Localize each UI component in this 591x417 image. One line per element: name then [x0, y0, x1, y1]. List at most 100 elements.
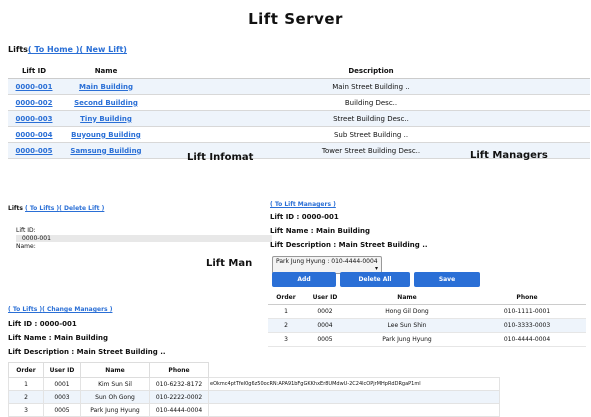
lift-id-link[interactable]: 0000-002 [16, 99, 53, 107]
cell-phone: 010-3333-0003 [468, 318, 586, 333]
cell-name: Sun Oh Gong [80, 390, 150, 404]
lift-name-link[interactable]: Second Building [74, 99, 138, 107]
col-lift-id: Lift ID [8, 63, 60, 79]
managers-table: Order User ID Name Phone 1 0002 Hong Gil… [268, 291, 586, 347]
cell-user-id: 0004 [304, 318, 346, 333]
to-lift-managers-link[interactable]: ( To Lift Managers ) [270, 201, 336, 208]
change-managers-table: Order User ID Name Phone 1 0001 Kim Sun … [8, 362, 500, 417]
table-row[interactable]: 0000-003 Tiny Building Street Building D… [8, 110, 590, 127]
table-row[interactable]: 1 0001 Kim Sun Sil 010-6232-8172 eOkmc4p… [8, 377, 500, 391]
table-row[interactable]: 0000-001 Main Building Main Street Build… [8, 78, 590, 95]
lift-id-label: Lift ID: [16, 227, 36, 234]
cell-phone: 010-4444-0004 [468, 332, 586, 347]
table-row[interactable]: 3 0005 Park Jung Hyung 010-4444-0004 [268, 332, 586, 347]
mgr-lift-id: Lift ID : 0000-001 [270, 213, 339, 221]
lift-info-header: Lifts ( To Lifts )( Delete Lift ) [8, 205, 104, 212]
lift-id-link[interactable]: 0000-004 [16, 131, 53, 139]
col-name: Name [346, 291, 468, 305]
add-button[interactable]: Add [272, 272, 336, 287]
new-lift-link[interactable]: ( New Lift) [79, 45, 127, 54]
lift-desc: Street Building Desc.. [152, 110, 590, 127]
to-lifts-link-2[interactable]: ( To Lifts ) [8, 306, 42, 313]
cell-user-id: 0003 [43, 390, 81, 404]
delete-lift-link[interactable]: ( Delete Lift ) [59, 205, 104, 212]
to-managers-row: ( To Lift Managers ) [270, 201, 336, 208]
lift-id-link[interactable]: 0000-003 [16, 115, 53, 123]
lift-id-field[interactable]: 0000-001 [16, 235, 272, 242]
col-user-id: User ID [304, 291, 346, 305]
cell-token [208, 403, 500, 417]
cell-name: Park Jung Hyung [80, 403, 150, 417]
cell-order: 1 [8, 377, 44, 391]
cell-user-id: 0005 [304, 332, 346, 347]
col-description: Description [152, 63, 590, 79]
cell-name: Lee Sun Shin [346, 318, 468, 333]
cell-phone: 010-4444-0004 [149, 403, 209, 417]
cell-phone: 010-1111-0001 [468, 304, 586, 319]
cm-lift-desc: Lift Description : Main Street Building … [8, 348, 166, 356]
cell-token: eOkmc4ptTfel0g6z50ocRN:APA91bFgGKKhxEr8U… [208, 377, 500, 391]
to-lifts-link[interactable]: ( To Lifts ) [25, 205, 59, 212]
lift-name-link[interactable]: Tiny Building [80, 115, 132, 123]
col-name: Name [60, 63, 152, 79]
lifts-header: Lifts( To Home )( New Lift) [8, 45, 127, 54]
lift-name-link[interactable]: Main Building [79, 83, 133, 91]
change-managers-header: ( To Lifts )( Change Managers ) [8, 306, 112, 313]
cell-user-id: 0002 [304, 304, 346, 319]
lift-info-heading: Lift Infomat [187, 152, 254, 163]
cell-token [208, 390, 500, 404]
manager-select-value: Park Jung Hyung : 010-4444-0004 [276, 258, 378, 265]
lift-managers-heading: Lift Managers [470, 150, 548, 161]
save-button[interactable]: Save [414, 272, 480, 287]
table-row[interactable]: 2 0003 Sun Oh Gong 010-2222-0002 [8, 390, 500, 404]
cell-order: 2 [268, 318, 304, 333]
cell-name: Park Jung Hyung [346, 332, 468, 347]
cell-order: 1 [268, 304, 304, 319]
col-user-id: User ID [43, 362, 81, 378]
mgr-lift-name: Lift Name : Main Building [270, 227, 371, 235]
to-home-link[interactable]: ( To Home ) [28, 45, 80, 54]
change-managers-link[interactable]: ( Change Managers ) [42, 306, 112, 313]
mgr-lift-desc: Lift Description : Main Street Building … [270, 241, 428, 249]
cell-phone: 010-6232-8172 [149, 377, 209, 391]
col-phone: Phone [468, 291, 586, 305]
lift-id-link[interactable]: 0000-005 [16, 147, 53, 155]
cell-phone: 010-2222-0002 [149, 390, 209, 404]
table-row[interactable]: 0000-004 Buyoung Building Sub Street Bui… [8, 126, 590, 143]
table-row[interactable]: 0000-002 Second Building Building Desc.. [8, 94, 590, 111]
col-phone: Phone [149, 362, 209, 378]
lift-man-heading: Lift Man [206, 258, 253, 269]
lift-desc: Building Desc.. [152, 94, 590, 111]
cell-name: Kim Sun Sil [80, 377, 150, 391]
table-row[interactable]: 3 0005 Park Jung Hyung 010-4444-0004 [8, 403, 500, 417]
cell-user-id: 0005 [43, 403, 81, 417]
chevron-down-icon: ▾ [374, 265, 378, 272]
change-managers-table-header: Order User ID Name Phone [8, 362, 500, 378]
cm-lift-id: Lift ID : 0000-001 [8, 320, 77, 328]
table-row[interactable]: 1 0002 Hong Gil Dong 010-1111-0001 [268, 304, 586, 319]
lift-name-link[interactable]: Buyoung Building [71, 131, 141, 139]
page-title: Lift Server [248, 10, 343, 28]
lifts-table-header: Lift ID Name Description [8, 63, 590, 79]
cell-order: 3 [268, 332, 304, 347]
name-label: Name: [16, 243, 36, 250]
lift-info-label: Lifts [8, 205, 23, 212]
lift-desc: Sub Street Building .. [152, 126, 590, 143]
cell-name: Hong Gil Dong [346, 304, 468, 319]
lifts-label: Lifts [8, 45, 28, 54]
lift-desc: Main Street Building .. [152, 78, 590, 95]
cell-order: 3 [8, 403, 44, 417]
delete-all-button[interactable]: Delete All [340, 272, 410, 287]
table-row[interactable]: 2 0004 Lee Sun Shin 010-3333-0003 [268, 318, 586, 333]
col-name: Name [80, 362, 150, 378]
col-token [209, 363, 500, 378]
cell-user-id: 0001 [43, 377, 81, 391]
lifts-table: Lift ID Name Description 0000-001 Main B… [8, 63, 590, 159]
cm-lift-name: Lift Name : Main Building [8, 334, 109, 342]
col-order: Order [8, 362, 44, 378]
lift-id-link[interactable]: 0000-001 [16, 83, 53, 91]
managers-table-header: Order User ID Name Phone [268, 291, 586, 305]
cell-order: 2 [8, 390, 44, 404]
lift-name-link[interactable]: Samsung Building [70, 147, 141, 155]
col-order: Order [268, 291, 304, 305]
